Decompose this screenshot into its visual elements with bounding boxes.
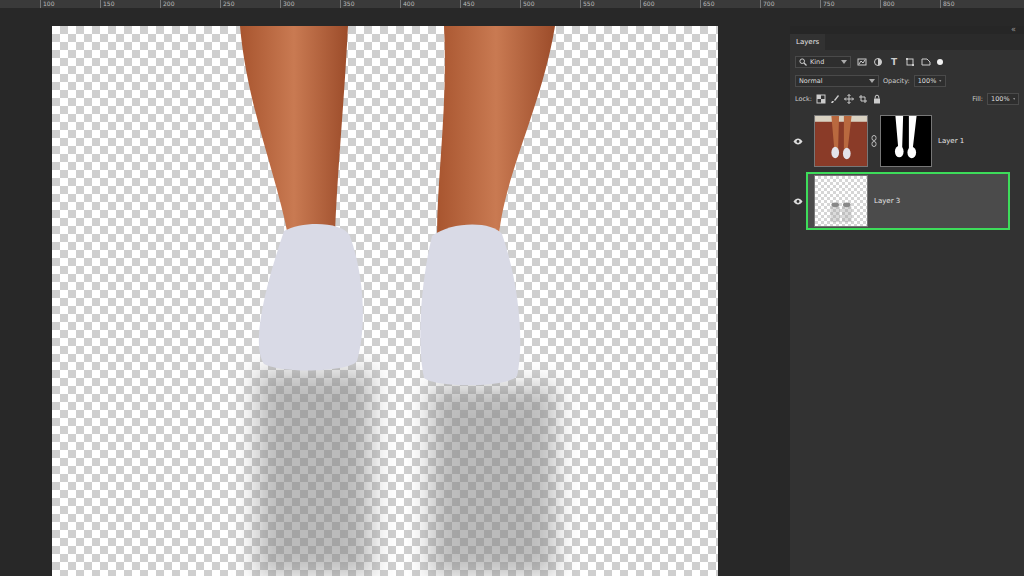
- main-area: « Layers Kind T Normal Opacity: 100% Lock: Fill:…: [0, 8, 1024, 576]
- lock-move-icon[interactable]: [844, 94, 854, 104]
- ruler-label: 500: [520, 0, 580, 8]
- blend-mode-dropdown[interactable]: Normal: [795, 75, 879, 87]
- filter-row: Kind T: [790, 50, 1024, 72]
- ruler-label: 850: [940, 0, 1000, 8]
- caret-icon: [841, 60, 847, 64]
- layer-row[interactable]: Layer 3: [790, 172, 1010, 230]
- layers-list: Layer 1 Layer 3: [790, 112, 1024, 230]
- pixel-filter-icon[interactable]: [857, 57, 867, 67]
- lock-brush-icon[interactable]: [830, 94, 840, 104]
- visibility-toggle[interactable]: [790, 198, 806, 205]
- lock-transparency-icon[interactable]: [816, 94, 826, 104]
- layer-mask-thumbnail[interactable]: [880, 115, 932, 167]
- ruler-label: 150: [100, 0, 160, 8]
- caret-icon: [1013, 97, 1015, 101]
- legs-photo-cutout: [52, 26, 718, 576]
- ruler-label: 600: [640, 0, 700, 8]
- caret-icon: [939, 79, 941, 83]
- right-leg: [437, 26, 555, 236]
- filter-toggle[interactable]: [937, 59, 943, 65]
- ruler-label: 700: [760, 0, 820, 8]
- panel-strip: «: [790, 26, 1024, 34]
- eye-icon: [793, 198, 803, 205]
- ruler-label: 550: [580, 0, 640, 8]
- opacity-label: Opacity:: [883, 77, 910, 85]
- type-filter-icon[interactable]: T: [889, 57, 899, 67]
- collapse-button[interactable]: «: [1011, 26, 1016, 34]
- ruler-label: 200: [160, 0, 220, 8]
- right-shadow: [430, 386, 555, 576]
- ruler-label: 350: [340, 0, 400, 8]
- panel-tabbar: Layers: [790, 34, 1024, 50]
- fill-field[interactable]: 100%: [987, 93, 1019, 105]
- left-leg: [240, 26, 348, 236]
- ruler-label: 650: [700, 0, 760, 8]
- photoshop-window: 1001502002503003504004505005506006507007…: [0, 0, 1024, 576]
- ruler-label: 750: [820, 0, 880, 8]
- right-shoe: [420, 224, 520, 385]
- layer-name[interactable]: Layer 3: [874, 197, 900, 205]
- layer-name[interactable]: Layer 1: [938, 137, 964, 145]
- lock-row: Lock: Fill: 100%: [790, 90, 1024, 108]
- fill-label: Fill:: [972, 95, 983, 103]
- layer-thumbnail: [814, 175, 868, 227]
- link-icon[interactable]: [871, 135, 877, 147]
- kind-dropdown[interactable]: Kind: [795, 56, 851, 68]
- workspace: [0, 8, 790, 576]
- lock-all-icon[interactable]: [872, 94, 882, 104]
- lock-label: Lock:: [795, 95, 812, 103]
- opacity-field[interactable]: 100%: [914, 75, 946, 87]
- left-shoe: [259, 224, 363, 370]
- smart-object-filter-icon[interactable]: [921, 57, 931, 67]
- ruler-label: 250: [220, 0, 280, 8]
- layer-row[interactable]: Layer 1: [790, 112, 1010, 170]
- eye-icon: [793, 138, 803, 145]
- top-ruler: 1001502002503003504004505005506006507007…: [0, 0, 1024, 8]
- ruler-label: 400: [400, 0, 460, 8]
- blend-row: Normal Opacity: 100%: [790, 72, 1024, 90]
- layers-panel: « Layers Kind T Normal Opacity: 100% Lock: Fill:…: [790, 26, 1024, 576]
- ruler-label: 300: [280, 0, 340, 8]
- left-shadow: [257, 371, 372, 576]
- layer-body[interactable]: Layer 3: [806, 172, 1010, 230]
- layer-body[interactable]: Layer 1: [806, 112, 1010, 170]
- panel-tab[interactable]: Layers: [790, 34, 825, 50]
- adjustment-filter-icon[interactable]: [873, 57, 883, 67]
- ruler-label: 450: [460, 0, 520, 8]
- ruler-label: 800: [880, 0, 940, 8]
- visibility-toggle[interactable]: [790, 138, 806, 145]
- lock-artboard-icon[interactable]: [858, 94, 868, 104]
- document-canvas[interactable]: [52, 26, 718, 576]
- layer-thumbnail: [814, 115, 868, 167]
- shoes-thumbnail: [815, 176, 867, 226]
- caret-icon: [869, 79, 875, 83]
- shape-filter-icon[interactable]: [905, 57, 915, 67]
- ruler-label: 100: [40, 0, 100, 8]
- search-icon: [799, 58, 807, 66]
